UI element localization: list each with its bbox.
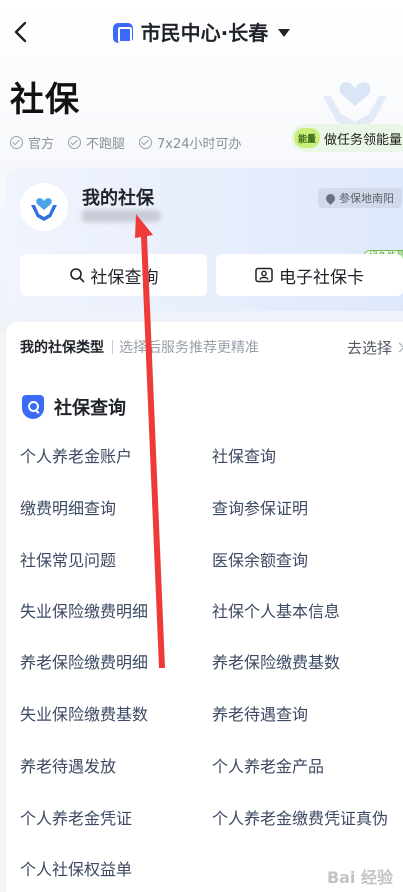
service-item[interactable]: 养老保险缴费明细 <box>20 650 148 676</box>
my-social-security-card[interactable]: 我的社保 参保地南阳 绿色能量 社保查询 电子社保卡 <box>6 168 403 311</box>
social-security-logo <box>20 183 68 231</box>
service-panel: 我的社保类型 选择后服务推荐更精准 去选择 社保查询 个人养老金账户 社保查询 … <box>6 322 403 892</box>
task-pill-label: 做任务领能量 <box>324 132 403 148</box>
check-circle-icon <box>10 135 23 149</box>
section-title: 社保查询 <box>54 398 126 419</box>
service-item[interactable]: 养老待遇发放 <box>20 754 116 780</box>
shield-search-icon <box>22 395 44 419</box>
service-item[interactable]: 医保余额查询 <box>212 548 308 574</box>
e-social-card-button[interactable]: 电子社保卡 <box>216 254 403 296</box>
type-row-title: 我的社保类型 <box>20 340 104 356</box>
service-item[interactable]: 失业保险缴费基数 <box>20 702 148 728</box>
service-item[interactable]: 社保查询 <box>212 444 276 470</box>
tag-official: 官方 <box>10 132 54 152</box>
service-item[interactable]: 个人养老金账户 <box>20 444 132 470</box>
choose-type-link[interactable]: 去选择 <box>347 337 403 358</box>
social-security-query-button[interactable]: 社保查询 <box>20 254 207 296</box>
check-circle-icon <box>139 135 153 149</box>
service-item[interactable]: 社保个人基本信息 <box>212 599 340 625</box>
page-title: 社保 <box>10 80 80 120</box>
service-item[interactable]: 个人社保权益单 <box>20 857 132 883</box>
tag-no-travel: 不跑腿 <box>68 132 125 152</box>
service-item[interactable]: 个人养老金缴费凭证真伪 <box>212 806 388 832</box>
service-tags: 官方 不跑腿 7x24小时可办 <box>10 132 242 152</box>
nav-title-text: 市民中心·长春 <box>140 21 269 45</box>
task-energy-pill[interactable]: 能量 做任务领能量 <box>291 124 403 152</box>
divider <box>112 340 113 354</box>
service-item[interactable]: 养老保险缴费基数 <box>212 650 340 676</box>
section-header: 社保查询 <box>22 392 126 422</box>
watermark: Bai 经验 <box>326 868 393 887</box>
id-card-icon <box>255 267 273 283</box>
service-item[interactable]: 社保常见问题 <box>20 548 116 574</box>
energy-badge: 能量 <box>294 128 320 148</box>
insured-location-pill[interactable]: 参保地南阳 <box>318 188 402 208</box>
check-circle-icon <box>68 135 82 149</box>
tag-24h: 7x24小时可办 <box>139 132 242 152</box>
card-title: 我的社保 <box>82 188 154 209</box>
service-item[interactable]: 查询参保证明 <box>212 496 308 522</box>
chevron-right-icon <box>394 342 403 352</box>
search-icon <box>69 268 84 283</box>
city-selector[interactable]: 市民中心·长春 <box>0 18 403 48</box>
type-row-hint: 选择后服务推荐更精准 <box>119 340 259 356</box>
service-item[interactable]: 失业保险缴费明细 <box>20 599 148 625</box>
caret-down-icon <box>278 29 291 37</box>
service-item[interactable]: 缴费明细查询 <box>20 496 116 522</box>
citizen-center-icon <box>112 23 133 43</box>
hands-heart-icon <box>31 198 57 221</box>
decorative-hands-heart-icon <box>323 82 387 130</box>
service-item[interactable]: 个人养老金凭证 <box>20 806 132 832</box>
service-item[interactable]: 养老待遇查询 <box>212 702 308 728</box>
masked-id-number <box>82 210 160 222</box>
service-item[interactable]: 个人养老金产品 <box>212 754 324 780</box>
top-nav: 市民中心·长春 <box>0 0 403 64</box>
social-security-type-row: 我的社保类型 选择后服务推荐更精准 去选择 <box>20 336 403 358</box>
location-pin-icon <box>324 191 337 205</box>
